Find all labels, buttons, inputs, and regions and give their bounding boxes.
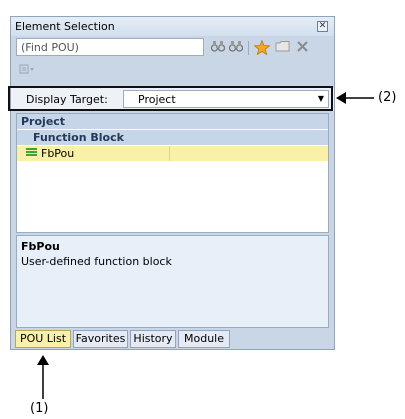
title-bar: Element Selection ✕ xyxy=(11,17,334,36)
tab-favorites[interactable]: Favorites xyxy=(73,330,128,348)
tab-module[interactable]: Module xyxy=(178,330,230,348)
pou-tree: Project Function Block FbPou xyxy=(16,113,329,233)
function-block-icon xyxy=(26,148,37,158)
description-pane: FbPou User-defined function block xyxy=(16,235,329,328)
description-title: FbPou xyxy=(21,240,60,253)
tab-history[interactable]: History xyxy=(130,330,176,348)
tree-node-label: Project xyxy=(21,115,66,128)
star-icon[interactable] xyxy=(253,39,271,56)
delete-icon[interactable] xyxy=(294,40,310,56)
tab-label: Favorites xyxy=(75,332,126,345)
folder-icon[interactable] xyxy=(274,40,290,56)
view-options-icon[interactable] xyxy=(19,64,35,76)
close-icon: ✕ xyxy=(318,21,327,31)
tree-item-label: FbPou xyxy=(41,147,75,160)
tree-node-function-block[interactable]: Function Block xyxy=(17,130,328,145)
display-target-label: Display Target: xyxy=(26,93,108,106)
callout-arrow-2 xyxy=(336,92,374,104)
tree-item-fbpou[interactable]: FbPou xyxy=(17,146,328,161)
close-button[interactable]: ✕ xyxy=(317,21,328,32)
binoculars-icon[interactable] xyxy=(210,40,226,56)
display-target-dropdown[interactable]: Project ▼ xyxy=(123,90,329,108)
tab-label: POU List xyxy=(19,332,67,345)
description-text: User-defined function block xyxy=(21,255,172,268)
find-pou-input[interactable] xyxy=(16,38,204,56)
binoculars-icon[interactable] xyxy=(228,40,244,56)
callout-arrow-1 xyxy=(37,355,49,399)
tab-label: History xyxy=(133,332,173,345)
chevron-down-icon: ▼ xyxy=(317,94,324,103)
tree-node-project[interactable]: Project xyxy=(17,114,328,129)
callout-label-2: (2) xyxy=(378,90,397,105)
column-divider xyxy=(169,146,170,161)
element-selection-panel: Element Selection ✕ Display Target: Proj… xyxy=(8,16,335,350)
tab-label: Module xyxy=(184,332,224,345)
tree-node-label: Function Block xyxy=(33,131,124,144)
display-target-bar: Display Target: Project ▼ xyxy=(8,86,334,111)
toolbar-separator xyxy=(248,41,249,55)
tab-pou-list[interactable]: POU List xyxy=(15,330,71,348)
window-title: Element Selection xyxy=(15,20,115,33)
callout-label-1: (1) xyxy=(30,401,49,416)
display-target-value: Project xyxy=(138,93,176,106)
